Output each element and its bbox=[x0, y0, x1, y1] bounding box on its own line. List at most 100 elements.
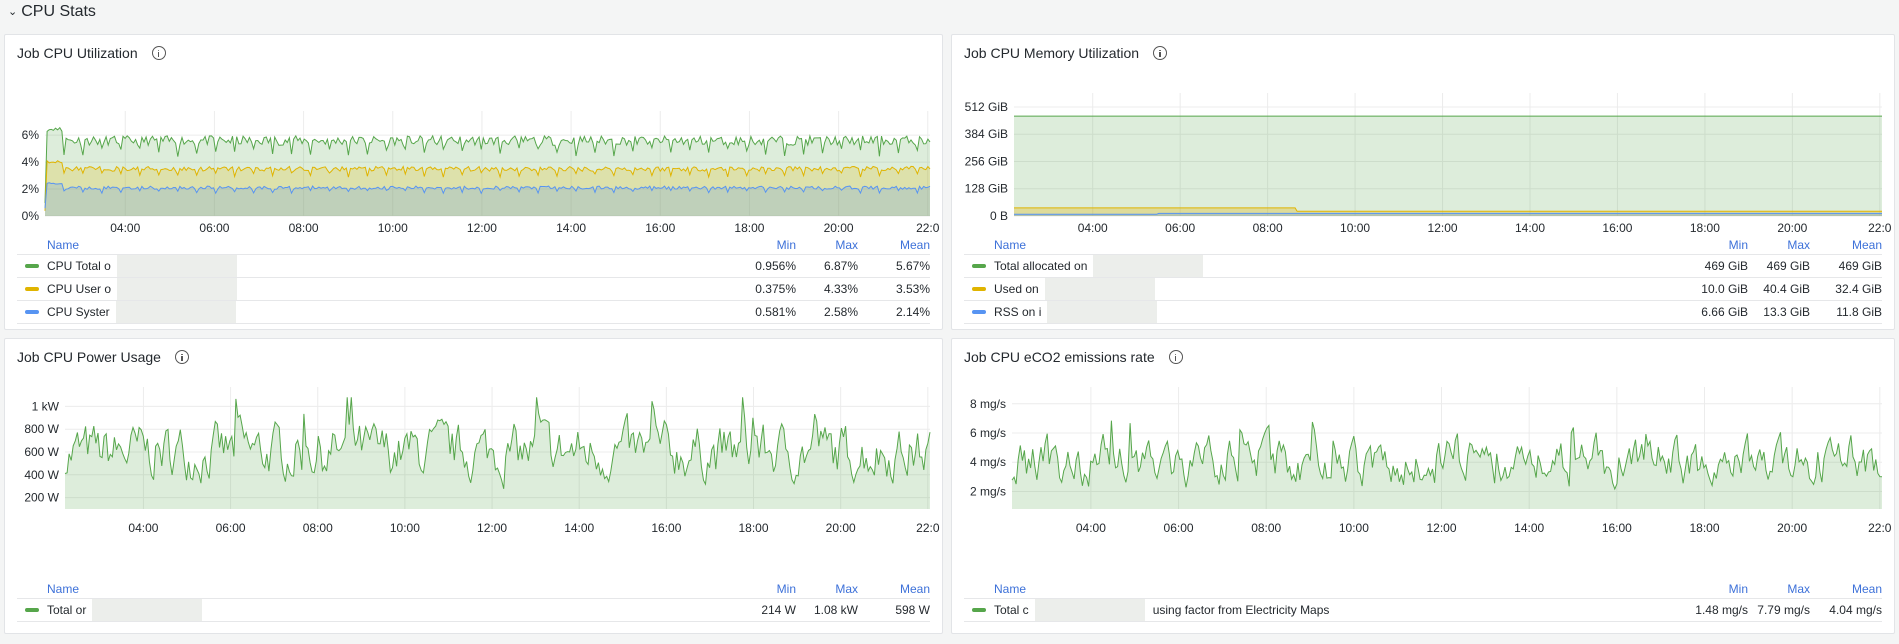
x-tick-label: 06:00 bbox=[1164, 521, 1194, 535]
y-tick-label: 256 GiB bbox=[965, 154, 1008, 168]
legend-col-name[interactable]: Name bbox=[17, 582, 726, 596]
series-area bbox=[1014, 116, 1882, 216]
legend-row[interactable]: CPU Total o 0.956% 6.87% 5.67% bbox=[17, 255, 930, 278]
redacted-region bbox=[92, 599, 203, 621]
legend-col-min[interactable]: Min bbox=[726, 582, 796, 596]
legend-col-name[interactable]: Name bbox=[964, 582, 1678, 596]
legend-row[interactable]: Total or 214 W 1.08 kW 598 W bbox=[17, 599, 930, 622]
series-color-swatch bbox=[25, 608, 39, 612]
legend-col-min[interactable]: Min bbox=[726, 238, 796, 252]
y-tick-label: 200 W bbox=[24, 491, 59, 505]
legend-col-mean[interactable]: Mean bbox=[1810, 238, 1882, 252]
x-tick-label: 18:00 bbox=[1690, 221, 1720, 235]
panel-title: Job CPU eCO2 emissions rate bbox=[964, 349, 1155, 365]
series-max: 40.4 GiB bbox=[1763, 282, 1810, 296]
row-toggle-cpu-stats[interactable]: ⌄ CPU Stats bbox=[8, 0, 96, 24]
series-color-swatch bbox=[972, 310, 986, 314]
series-min: 0.956% bbox=[755, 259, 796, 273]
legend-table: Name Min Max Mean Total c using factor fr… bbox=[964, 579, 1882, 622]
y-tick-label: 2% bbox=[22, 182, 40, 196]
x-tick-label: 04:00 bbox=[1078, 221, 1108, 235]
legend-col-max[interactable]: Max bbox=[796, 238, 858, 252]
series-min: 469 GiB bbox=[1704, 259, 1748, 273]
series-max: 1.08 kW bbox=[813, 603, 858, 617]
legend-col-name[interactable]: Name bbox=[964, 238, 1678, 252]
x-tick-label: 10:00 bbox=[378, 221, 408, 235]
series-mean: 32.4 GiB bbox=[1835, 282, 1882, 296]
legend-header: Name Min Max Mean bbox=[17, 235, 930, 255]
series-max: 4.33% bbox=[823, 282, 858, 296]
y-tick-label: 6% bbox=[22, 128, 40, 142]
y-tick-label: 6 mg/s bbox=[970, 426, 1006, 440]
redacted-region bbox=[1093, 255, 1204, 277]
x-tick-label: 14:00 bbox=[1515, 221, 1545, 235]
panel-title: Job CPU Memory Utilization bbox=[964, 45, 1140, 61]
series-min: 1.48 mg/s bbox=[1695, 603, 1748, 617]
legend-col-name[interactable]: Name bbox=[17, 238, 726, 252]
info-icon[interactable] bbox=[151, 46, 166, 60]
x-tick-label: 08:00 bbox=[1253, 221, 1283, 235]
series-mean: 5.67% bbox=[895, 259, 930, 273]
x-tick-label: 14:00 bbox=[564, 521, 594, 535]
panel-cpu-power: Job CPU Power Usage 200 W 400 W 600 W 800 W… bbox=[4, 338, 943, 634]
x-tick-label: 04:00 bbox=[128, 521, 158, 535]
y-tick-label: 128 GiB bbox=[965, 182, 1008, 196]
redacted-region bbox=[1047, 301, 1158, 323]
y-tick-label: 800 W bbox=[24, 422, 59, 436]
x-tick-label: 18:00 bbox=[738, 521, 768, 535]
legend-row[interactable]: Total allocated on 469 GiB 469 GiB 469 G… bbox=[964, 255, 1882, 278]
x-tick-label: 12:00 bbox=[467, 221, 497, 235]
legend-row[interactable]: Total c using factor from Electricity Map… bbox=[964, 599, 1882, 622]
series-color-swatch bbox=[972, 264, 986, 268]
x-tick-label: 10:00 bbox=[1339, 521, 1369, 535]
x-tick-label: 04:00 bbox=[1076, 521, 1106, 535]
panel-title: Job CPU Power Usage bbox=[17, 349, 161, 365]
legend-col-max[interactable]: Max bbox=[1748, 582, 1810, 596]
x-tick-label: 10:00 bbox=[1340, 221, 1370, 235]
redacted-region bbox=[1034, 599, 1145, 621]
series-name: Total allocated on bbox=[994, 259, 1088, 273]
series-name: CPU User o bbox=[47, 282, 112, 296]
legend-row[interactable]: Used on 10.0 GiB 40.4 GiB 32.4 GiB bbox=[964, 278, 1882, 301]
chevron-down-icon: ⌄ bbox=[8, 5, 18, 18]
panel-cpu-memory: Job CPU Memory Utilization 0 B 128 GiB 256… bbox=[951, 34, 1895, 330]
x-tick-label: 06:00 bbox=[1165, 221, 1195, 235]
legend-col-mean[interactable]: Mean bbox=[1810, 582, 1882, 596]
series-mean: 11.8 GiB bbox=[1836, 305, 1882, 319]
legend-row[interactable]: CPU Syster 0.581% 2.58% 2.14% bbox=[17, 301, 930, 324]
x-tick-label: 20:00 bbox=[824, 221, 854, 235]
x-tick-label: 18:00 bbox=[1689, 521, 1719, 535]
legend-col-max[interactable]: Max bbox=[1748, 238, 1810, 252]
x-tick-label: 20:00 bbox=[1777, 221, 1807, 235]
redacted-region bbox=[115, 301, 236, 323]
x-tick-label: 12:00 bbox=[477, 521, 507, 535]
x-tick-label: 20:00 bbox=[826, 521, 856, 535]
x-tick-label: 16:00 bbox=[1602, 221, 1632, 235]
series-max: 6.87% bbox=[823, 259, 858, 273]
panel-title: Job CPU Utilization bbox=[17, 45, 138, 61]
redacted-region bbox=[117, 278, 238, 300]
legend-row[interactable]: RSS on i 6.66 GiB 13.3 GiB 11.8 GiB bbox=[964, 301, 1882, 324]
x-tick-label: 14:00 bbox=[556, 221, 586, 235]
series-min: 10.0 GiB bbox=[1701, 282, 1748, 296]
legend-table: Name Min Max Mean Total or 214 W 1.08 kW… bbox=[17, 579, 930, 622]
series-name: CPU Syster bbox=[47, 305, 110, 319]
x-tick-label: 12:00 bbox=[1427, 521, 1457, 535]
x-tick-label: 08:00 bbox=[289, 221, 319, 235]
series-mean: 3.53% bbox=[895, 282, 930, 296]
legend-col-mean[interactable]: Mean bbox=[858, 582, 930, 596]
legend-header: Name Min Max Mean bbox=[964, 579, 1882, 599]
legend-col-min[interactable]: Min bbox=[1678, 238, 1748, 252]
series-color-swatch bbox=[972, 287, 986, 291]
legend-col-mean[interactable]: Mean bbox=[858, 238, 930, 252]
legend-row[interactable]: CPU User o 0.375% 4.33% 3.53% bbox=[17, 278, 930, 301]
series-mean: 4.04 mg/s bbox=[1829, 603, 1882, 617]
info-icon[interactable] bbox=[174, 350, 189, 364]
x-tick-label: 06:00 bbox=[199, 221, 229, 235]
info-icon[interactable] bbox=[1168, 350, 1183, 364]
x-tick-label: 22:0 bbox=[1868, 521, 1892, 535]
info-icon[interactable] bbox=[1153, 46, 1168, 60]
legend-col-max[interactable]: Max bbox=[796, 582, 858, 596]
series-color-swatch bbox=[25, 264, 39, 268]
legend-col-min[interactable]: Min bbox=[1678, 582, 1748, 596]
